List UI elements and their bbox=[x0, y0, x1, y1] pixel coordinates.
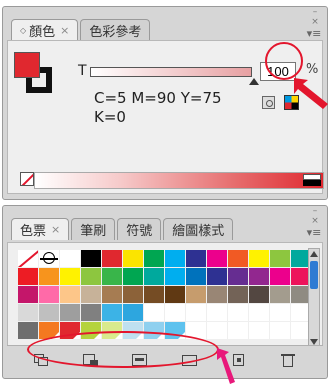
swatch[interactable] bbox=[18, 304, 38, 321]
swatch[interactable] bbox=[165, 250, 185, 267]
annotation-arrow-icon bbox=[294, 78, 328, 109]
color-spectrum-bar[interactable] bbox=[34, 172, 324, 189]
panel-window-controls[interactable]: – × bbox=[308, 206, 322, 226]
swatch[interactable] bbox=[270, 304, 290, 321]
swatch[interactable] bbox=[207, 322, 227, 339]
swatch[interactable] bbox=[207, 268, 227, 285]
swatch[interactable] bbox=[249, 322, 269, 339]
swatch[interactable] bbox=[123, 268, 143, 285]
swatch[interactable] bbox=[228, 268, 248, 285]
swatch[interactable] bbox=[228, 286, 248, 303]
out-of-web-gamut-icon[interactable] bbox=[262, 96, 275, 109]
swatch[interactable] bbox=[207, 304, 227, 321]
tab-graphic-styles-label: 繪圖樣式 bbox=[172, 224, 225, 239]
panel-menu-icon[interactable]: ▾≡ bbox=[306, 226, 322, 239]
tab-graphic-styles[interactable]: 繪圖樣式 bbox=[163, 218, 234, 240]
swatch[interactable] bbox=[39, 304, 59, 321]
swatch[interactable] bbox=[39, 268, 59, 285]
swatch[interactable] bbox=[270, 322, 290, 339]
swatch[interactable] bbox=[60, 304, 80, 321]
swatch[interactable] bbox=[186, 250, 206, 267]
swatch[interactable] bbox=[228, 250, 248, 267]
swatch[interactable] bbox=[18, 286, 38, 303]
tab-color-guide-label: 色彩參考 bbox=[89, 25, 142, 40]
swatch[interactable] bbox=[102, 304, 122, 321]
swatch[interactable] bbox=[270, 268, 290, 285]
cmyk-line-1: C=5 M=90 Y=75 bbox=[94, 89, 222, 107]
swatch[interactable] bbox=[60, 250, 80, 267]
swatch[interactable] bbox=[207, 250, 227, 267]
scroll-up-icon[interactable] bbox=[310, 251, 318, 257]
swatch[interactable] bbox=[186, 286, 206, 303]
swatch[interactable] bbox=[144, 304, 164, 321]
close-tab-icon[interactable]: × bbox=[51, 223, 60, 236]
tab-swatches-label: 色票 bbox=[20, 224, 47, 239]
swatch[interactable] bbox=[228, 322, 248, 339]
swatch[interactable] bbox=[144, 250, 164, 267]
tab-brushes-label: 筆刷 bbox=[80, 224, 107, 239]
color-panel-tabs: ◇ 顏色 × 色彩參考 bbox=[11, 19, 152, 41]
swatch[interactable] bbox=[249, 268, 269, 285]
swatch[interactable] bbox=[165, 268, 185, 285]
tint-slider[interactable] bbox=[90, 67, 252, 77]
close-tab-icon[interactable]: × bbox=[60, 24, 69, 37]
swatch[interactable] bbox=[186, 268, 206, 285]
swatch[interactable] bbox=[270, 250, 290, 267]
annotation-arrow-2-icon bbox=[217, 348, 235, 384]
swatch[interactable] bbox=[165, 286, 185, 303]
tab-color-label: 顏色 bbox=[29, 25, 56, 40]
swatch[interactable] bbox=[18, 268, 38, 285]
swatch[interactable] bbox=[81, 250, 101, 267]
swatch[interactable] bbox=[207, 286, 227, 303]
swatch[interactable] bbox=[144, 286, 164, 303]
swatch[interactable] bbox=[249, 250, 269, 267]
swatch[interactable] bbox=[123, 250, 143, 267]
swatch[interactable] bbox=[81, 268, 101, 285]
panel-window-controls[interactable]: – × bbox=[308, 7, 322, 27]
swatch[interactable] bbox=[249, 304, 269, 321]
panel-menu-icon[interactable]: ▾≡ bbox=[306, 27, 322, 40]
cmyk-line-2: K=0 bbox=[94, 108, 126, 126]
delete-swatch-icon[interactable] bbox=[279, 353, 297, 367]
none-color-chip[interactable] bbox=[20, 172, 34, 186]
swatch-scrollbar[interactable] bbox=[308, 248, 320, 348]
tab-swatches[interactable]: 色票 × bbox=[11, 218, 70, 240]
fill-color-box[interactable] bbox=[14, 52, 40, 78]
swatch[interactable] bbox=[60, 286, 80, 303]
tab-brushes[interactable]: 筆刷 bbox=[71, 218, 116, 240]
swatch[interactable] bbox=[102, 250, 122, 267]
swatch[interactable] bbox=[81, 286, 101, 303]
swatch-registration[interactable] bbox=[39, 250, 59, 267]
annotation-oval bbox=[27, 331, 219, 368]
tab-color-guide[interactable]: 色彩參考 bbox=[80, 19, 151, 41]
scroll-thumb[interactable] bbox=[310, 261, 318, 289]
swatch[interactable] bbox=[123, 304, 143, 321]
color-panel: – × ◇ 顏色 × 色彩參考 ▾≡ T 100 % C=5 M=90 Y=75… bbox=[2, 6, 328, 200]
swatch[interactable] bbox=[144, 268, 164, 285]
swatch-grid bbox=[18, 250, 314, 339]
swatch[interactable] bbox=[123, 286, 143, 303]
black-white-chips[interactable] bbox=[303, 174, 321, 187]
tint-slider-handle[interactable] bbox=[249, 78, 259, 85]
swatch[interactable] bbox=[186, 304, 206, 321]
tab-symbols[interactable]: 符號 bbox=[117, 218, 162, 240]
swatch-none[interactable] bbox=[18, 250, 38, 267]
swatches-panel-tabs: 色票 × 筆刷 符號 繪圖樣式 bbox=[11, 218, 235, 240]
swatch[interactable] bbox=[249, 286, 269, 303]
tint-label: T bbox=[78, 63, 87, 79]
tab-color[interactable]: ◇ 顏色 × bbox=[11, 19, 79, 41]
swatch[interactable] bbox=[18, 322, 38, 339]
swatch[interactable] bbox=[228, 304, 248, 321]
cmyk-values: C=5 M=90 Y=75 K=0 bbox=[94, 89, 222, 127]
swatch[interactable] bbox=[39, 286, 59, 303]
swatch[interactable] bbox=[81, 304, 101, 321]
expand-arrows-icon[interactable]: ◇ bbox=[20, 26, 26, 35]
swatch[interactable] bbox=[165, 304, 185, 321]
tab-symbols-label: 符號 bbox=[126, 224, 153, 239]
swatch[interactable] bbox=[102, 286, 122, 303]
swatch[interactable] bbox=[270, 286, 290, 303]
swatch[interactable] bbox=[60, 268, 80, 285]
swatch[interactable] bbox=[102, 268, 122, 285]
